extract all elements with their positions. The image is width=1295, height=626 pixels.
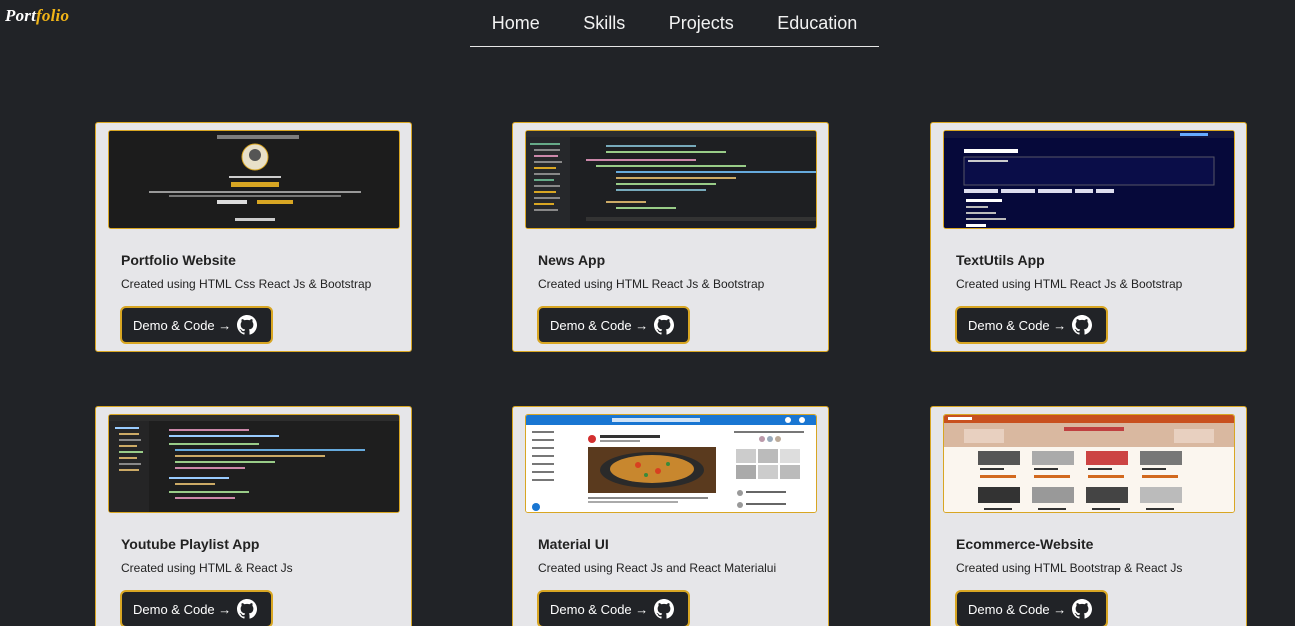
project-title: TextUtils App [956, 252, 1045, 268]
github-icon [1072, 315, 1093, 335]
nav-skills[interactable]: Skills [583, 13, 625, 34]
project-thumbnail [525, 130, 817, 229]
nav-education[interactable]: Education [777, 13, 857, 34]
nav-home[interactable]: Home [492, 13, 540, 34]
project-title: Portfolio Website [121, 252, 236, 268]
main-nav: Home Skills Projects Education [470, 0, 879, 47]
project-card-textutils: TextUtils App Created using HTML React J… [930, 122, 1247, 352]
project-description: Created using HTML React Js & Bootstrap [538, 277, 765, 291]
logo[interactable]: Portfolio [5, 6, 69, 26]
project-card-ecommerce: Ecommerce-Website Created using HTML Boo… [930, 406, 1247, 626]
demo-code-button[interactable]: Demo & Code → [537, 306, 690, 344]
project-card-youtube-playlist: Youtube Playlist App Created using HTML … [95, 406, 412, 626]
project-title: Youtube Playlist App [121, 536, 260, 552]
project-thumbnail [525, 414, 817, 513]
demo-code-button[interactable]: Demo & Code → [955, 590, 1108, 626]
project-description: Created using HTML Bootstrap & React Js [956, 561, 1183, 575]
github-icon [1072, 599, 1093, 619]
github-icon [654, 315, 675, 335]
project-card-portfolio: Portfolio Website Created using HTML Css… [95, 122, 412, 352]
button-label: Demo & Code → [550, 601, 649, 617]
project-title: News App [538, 252, 606, 268]
logo-part-2: folio [36, 6, 70, 25]
demo-code-button[interactable]: Demo & Code → [537, 590, 690, 626]
project-title: Ecommerce-Website [956, 536, 1094, 552]
button-label: Demo & Code → [133, 317, 232, 333]
project-thumbnail [943, 414, 1235, 513]
demo-code-button[interactable]: Demo & Code → [120, 306, 273, 344]
github-icon [237, 315, 258, 335]
project-thumbnail [943, 130, 1235, 229]
demo-code-button[interactable]: Demo & Code → [955, 306, 1108, 344]
project-description: Created using HTML & React Js [121, 561, 293, 575]
project-thumbnail [108, 414, 400, 513]
project-description: Created using HTML Css React Js & Bootst… [121, 277, 372, 291]
project-thumbnail [108, 130, 400, 229]
logo-part-1: Port [5, 6, 37, 25]
button-label: Demo & Code → [133, 601, 232, 617]
demo-code-button[interactable]: Demo & Code → [120, 590, 273, 626]
project-description: Created using React Js and React Materia… [538, 561, 777, 575]
project-title: Material UI [538, 536, 609, 552]
github-icon [654, 599, 675, 619]
project-card-material-ui: Material UI Created using React Js and R… [512, 406, 829, 626]
button-label: Demo & Code → [968, 601, 1067, 617]
github-icon [237, 599, 258, 619]
button-label: Demo & Code → [968, 317, 1067, 333]
project-card-news-app: News App Created using HTML React Js & B… [512, 122, 829, 352]
nav-projects[interactable]: Projects [669, 13, 734, 34]
project-description: Created using HTML React Js & Bootstrap [956, 277, 1183, 291]
button-label: Demo & Code → [550, 317, 649, 333]
